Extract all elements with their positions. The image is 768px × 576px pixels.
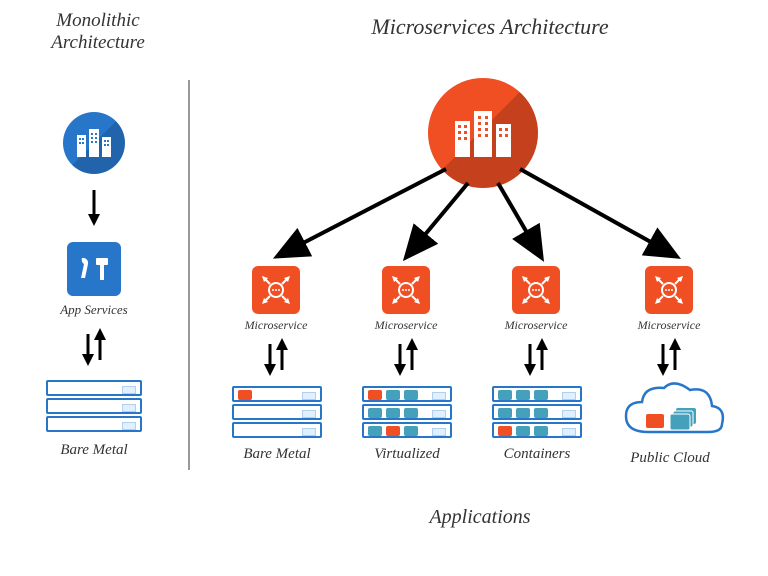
virtualized-label: Virtualized (362, 446, 452, 463)
server-bare-metal-right (232, 386, 322, 438)
server-box (362, 386, 452, 402)
microservice-icon-4 (645, 266, 693, 314)
buildings-large-icon (451, 107, 515, 159)
microservices-title-text: Microservices Architecture (371, 14, 608, 39)
microservice-label-2: Microservice (364, 318, 448, 333)
virtualized-text: Virtualized (374, 446, 440, 462)
applications-text: Applications (429, 506, 530, 528)
bidirectional-arrow-icon (78, 326, 110, 368)
microservice-glyph-icon (649, 270, 689, 310)
server-box (46, 416, 142, 432)
server-box (232, 422, 322, 438)
microservices-title: Microservices Architecture (300, 14, 680, 40)
containers-text: Containers (504, 446, 571, 462)
cloud-public-icon (618, 380, 728, 442)
server-box (232, 404, 322, 420)
server-box (46, 398, 142, 414)
bare-metal-label-left: Bare Metal (48, 442, 140, 459)
microservice-text-1: Microservice (245, 318, 308, 332)
applications-label: Applications (380, 506, 580, 529)
monolithic-title-text: Monolithic Architecture (51, 10, 145, 53)
microservice-glyph-icon (386, 270, 426, 310)
microservice-text-4: Microservice (638, 318, 701, 332)
server-box (362, 422, 452, 438)
server-box (232, 386, 322, 402)
microservice-icon-3 (512, 266, 560, 314)
server-box (362, 404, 452, 420)
buildings-icon (75, 127, 113, 159)
bidirectional-arrow-icon (260, 336, 292, 378)
microservice-text-2: Microservice (375, 318, 438, 332)
fanout-arrows (210, 145, 740, 270)
microservice-label-4: Microservice (627, 318, 711, 333)
server-box (492, 422, 582, 438)
arrow-down-icon (85, 188, 103, 228)
server-bare-metal (46, 380, 142, 432)
vertical-divider (188, 80, 190, 470)
server-virtualized (362, 386, 452, 438)
public-cloud-text: Public Cloud (630, 450, 710, 466)
app-services-text: App Services (60, 302, 128, 317)
enterprise-icon (63, 112, 125, 174)
microservice-icon-2 (382, 266, 430, 314)
monolithic-title: Monolithic Architecture (28, 10, 168, 54)
bare-metal-text-right: Bare Metal (243, 446, 310, 462)
bidirectional-arrow-icon (390, 336, 422, 378)
server-containers (492, 386, 582, 438)
server-box (46, 380, 142, 396)
microservice-label-3: Microservice (494, 318, 578, 333)
microservice-label-1: Microservice (234, 318, 318, 333)
wrench-hammer-icon (76, 254, 112, 284)
microservice-glyph-icon (516, 270, 556, 310)
bidirectional-arrow-icon (653, 336, 685, 378)
public-cloud-label: Public Cloud (620, 450, 720, 467)
microservice-icon-1 (252, 266, 300, 314)
server-box (492, 404, 582, 420)
server-box (492, 386, 582, 402)
app-services-label: App Services (48, 302, 140, 318)
containers-label: Containers (492, 446, 582, 463)
cloud-shape-icon (618, 380, 728, 450)
bidirectional-arrow-icon (520, 336, 552, 378)
microservice-text-3: Microservice (505, 318, 568, 332)
bare-metal-text-left: Bare Metal (60, 442, 127, 458)
bare-metal-label-right: Bare Metal (232, 446, 322, 463)
tools-icon (67, 242, 121, 296)
microservice-glyph-icon (256, 270, 296, 310)
